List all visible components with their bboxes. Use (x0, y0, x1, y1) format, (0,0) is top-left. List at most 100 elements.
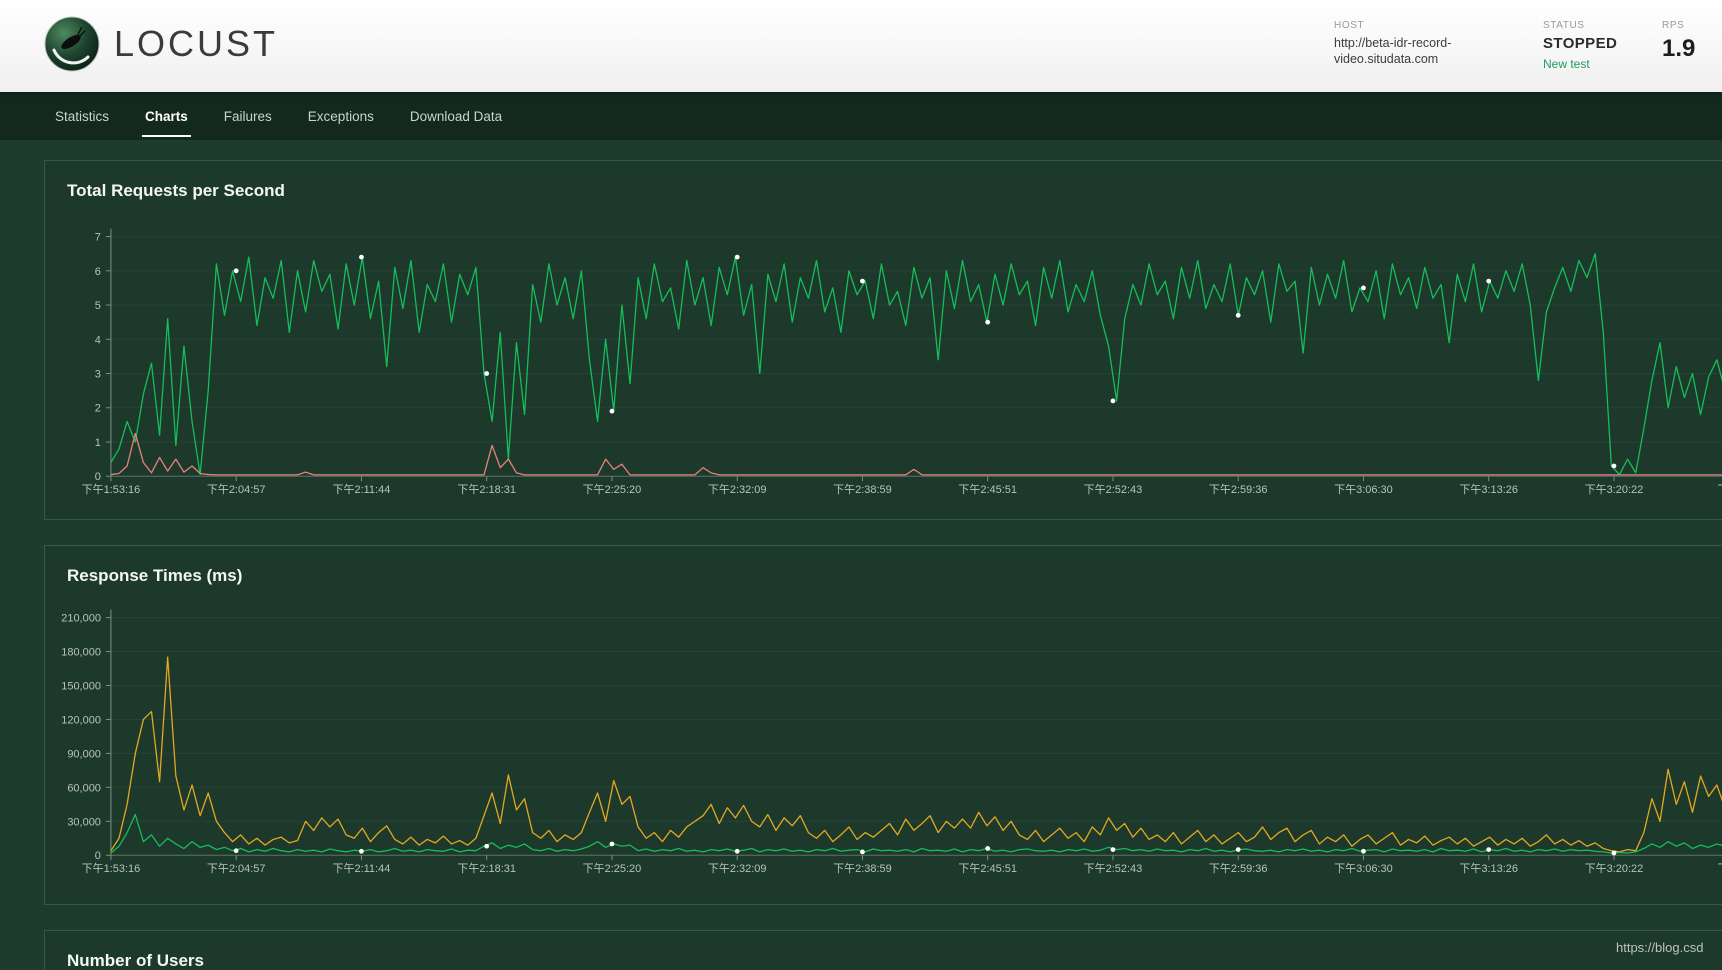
rps-point (609, 408, 615, 414)
median-response-time-point (985, 846, 991, 851)
median-response-time-point (1611, 850, 1617, 856)
y-tick-label: 0 (95, 471, 101, 483)
brand: LOCUST (44, 16, 278, 72)
x-tick-label: 下午3:06:30 (1334, 862, 1393, 875)
x-tick-label: 下午2:18:31 (457, 483, 516, 496)
response-times-chart-canvas: 0 30,000 60,000 90,000 120,000 150,000 180,000… (61, 609, 1722, 875)
main-nav: Statistics Charts Failures Exceptions Do… (0, 92, 1722, 140)
x-tick-label: 下午2:18:31 (457, 862, 516, 875)
y-tick-label: 210,000 (61, 613, 101, 625)
x-tick-label: 下午2:32:09 (708, 483, 767, 496)
number-of-users-chart-title: Number of Users (67, 951, 204, 970)
x-tick-label: 下午3:20:22 (1585, 862, 1644, 875)
x-tick-label: 下午2:38:59 (833, 862, 892, 875)
x-tick-label: 下午2:04:57 (207, 483, 266, 496)
y-tick-label: 2 (95, 403, 101, 415)
y-tick-label: 30,000 (67, 816, 101, 828)
x-tick-label: 下午3:13:26 (1459, 483, 1518, 496)
host-value-line1: http://beta-idr-record- (1334, 36, 1452, 50)
rps-point (1110, 398, 1116, 404)
x-tick-label: 下午2:45:51 (958, 862, 1017, 875)
host-label: HOST (1334, 20, 1365, 31)
x-tick-label: 下午3:06:30 (1334, 483, 1393, 496)
median-response-time-point (609, 841, 615, 847)
y-tick-label: 5 (95, 300, 101, 312)
status-info: STATUS STOPPED New test (1543, 20, 1617, 73)
y-tick-label: 150,000 (61, 681, 101, 693)
app-header: LOCUST HOST http://beta-idr-record- vide… (0, 0, 1722, 92)
x-tick-label: 下午1:53:16 (82, 862, 141, 875)
median-response-time-point (1235, 847, 1241, 852)
x-tick-label: 下午1:53:16 (82, 483, 141, 496)
total-rps-chart-canvas: 0 1 2 3 4 5 6 7 下午1:53:16 下午2:04:57 下午2:11:44 下午2:1… (82, 228, 1722, 496)
rps-point (860, 278, 865, 284)
rps-label: RPS (1662, 20, 1685, 31)
tab-exceptions[interactable]: Exceptions (308, 105, 374, 128)
x-tick-label: 下午2:59:36 (1209, 862, 1268, 875)
x-tick-label: 下午2:04:57 (207, 862, 266, 875)
tab-statistics[interactable]: Statistics (55, 105, 109, 128)
x-tick-label: 下午2:52:43 (1084, 862, 1143, 875)
x-tick-label: 下午2:38:59 (833, 483, 892, 496)
y-tick-label: 90,000 (67, 748, 101, 760)
x-tick-label: 下午2:45:51 (958, 483, 1017, 496)
status-value: STOPPED (1543, 35, 1618, 52)
median-response-time-point (359, 848, 364, 854)
rps-point (1361, 285, 1366, 291)
y-tick-label: 7 (95, 232, 101, 244)
y-tick-label: 6 (95, 266, 101, 278)
tab-charts[interactable]: Charts (142, 105, 191, 137)
y-tick-label: 4 (95, 334, 101, 346)
response-times-chart-panel: Response Times (ms) 0 30,000 60,000 90,000 1… (44, 545, 1722, 905)
x-tick-label: 下午2:32:09 (708, 862, 767, 875)
rps-info: RPS 1.9 (1662, 20, 1695, 63)
x-tick-label: 下午2:52:43 (1084, 483, 1143, 496)
x-tick-label: 下午2:11:44 (333, 483, 391, 496)
rps-point (985, 319, 991, 325)
y-tick-label: 1 (95, 437, 101, 449)
median-response-time-line (110, 813, 1722, 854)
x-tick-label: 下午3:27 (1718, 862, 1722, 875)
median-response-time-point (233, 848, 239, 854)
host-info: HOST http://beta-idr-record- video.situd… (1334, 20, 1509, 67)
rps-point (1235, 312, 1241, 318)
tab-download-data[interactable]: Download Data (410, 105, 502, 128)
x-tick-label: 下午3:27 (1718, 483, 1722, 496)
brand-name: LOCUST (114, 23, 279, 64)
rps-value: 1.9 (1662, 35, 1696, 62)
x-tick-label: 下午3:20:22 (1585, 483, 1644, 496)
y-tick-label: 120,000 (61, 714, 101, 726)
host-value-line2: video.situdata.com (1334, 52, 1439, 66)
median-response-time-point (1361, 848, 1366, 854)
number-of-users-chart-panel: Number of Users (44, 930, 1722, 970)
x-tick-label: 下午2:59:36 (1209, 483, 1268, 496)
x-tick-label: 下午2:25:20 (583, 862, 642, 875)
blog-watermark: https://blog.csd (1616, 940, 1704, 955)
locust-web-ui: { "header": { "brand": "LOCUST", "host":… (0, 0, 1722, 970)
y-tick-label: 60,000 (67, 782, 101, 794)
x-tick-label: 下午3:13:26 (1459, 862, 1518, 875)
rps-point (233, 268, 239, 274)
locust-logo-icon (44, 16, 100, 72)
y-tick-label: 180,000 (61, 647, 101, 659)
tab-failures[interactable]: Failures (224, 105, 272, 128)
median-response-time-point (860, 849, 865, 855)
median-response-time-point (1110, 847, 1116, 852)
rps-point (734, 254, 740, 260)
y-tick-label: 0 (95, 850, 101, 862)
x-tick-label: 下午2:11:44 (333, 862, 391, 875)
median-response-time-point (1486, 847, 1492, 852)
rps-point (359, 254, 364, 260)
failures-per-second-line (110, 432, 1722, 476)
rps-point (1611, 463, 1617, 469)
median-response-time-point (484, 843, 490, 849)
new-test-link[interactable]: New test (1543, 57, 1590, 71)
rps-point (1486, 278, 1492, 284)
total-rps-chart-panel: Total Requests per Second 0 1 2 3 4 5 6 7 下午1:53… (44, 160, 1722, 520)
y-tick-label: 3 (95, 369, 101, 381)
rps-point (484, 371, 490, 376)
status-label: STATUS (1543, 20, 1585, 31)
median-response-time-point (734, 848, 740, 854)
rps-line (110, 253, 1722, 476)
p95-response-time-line (110, 656, 1722, 853)
